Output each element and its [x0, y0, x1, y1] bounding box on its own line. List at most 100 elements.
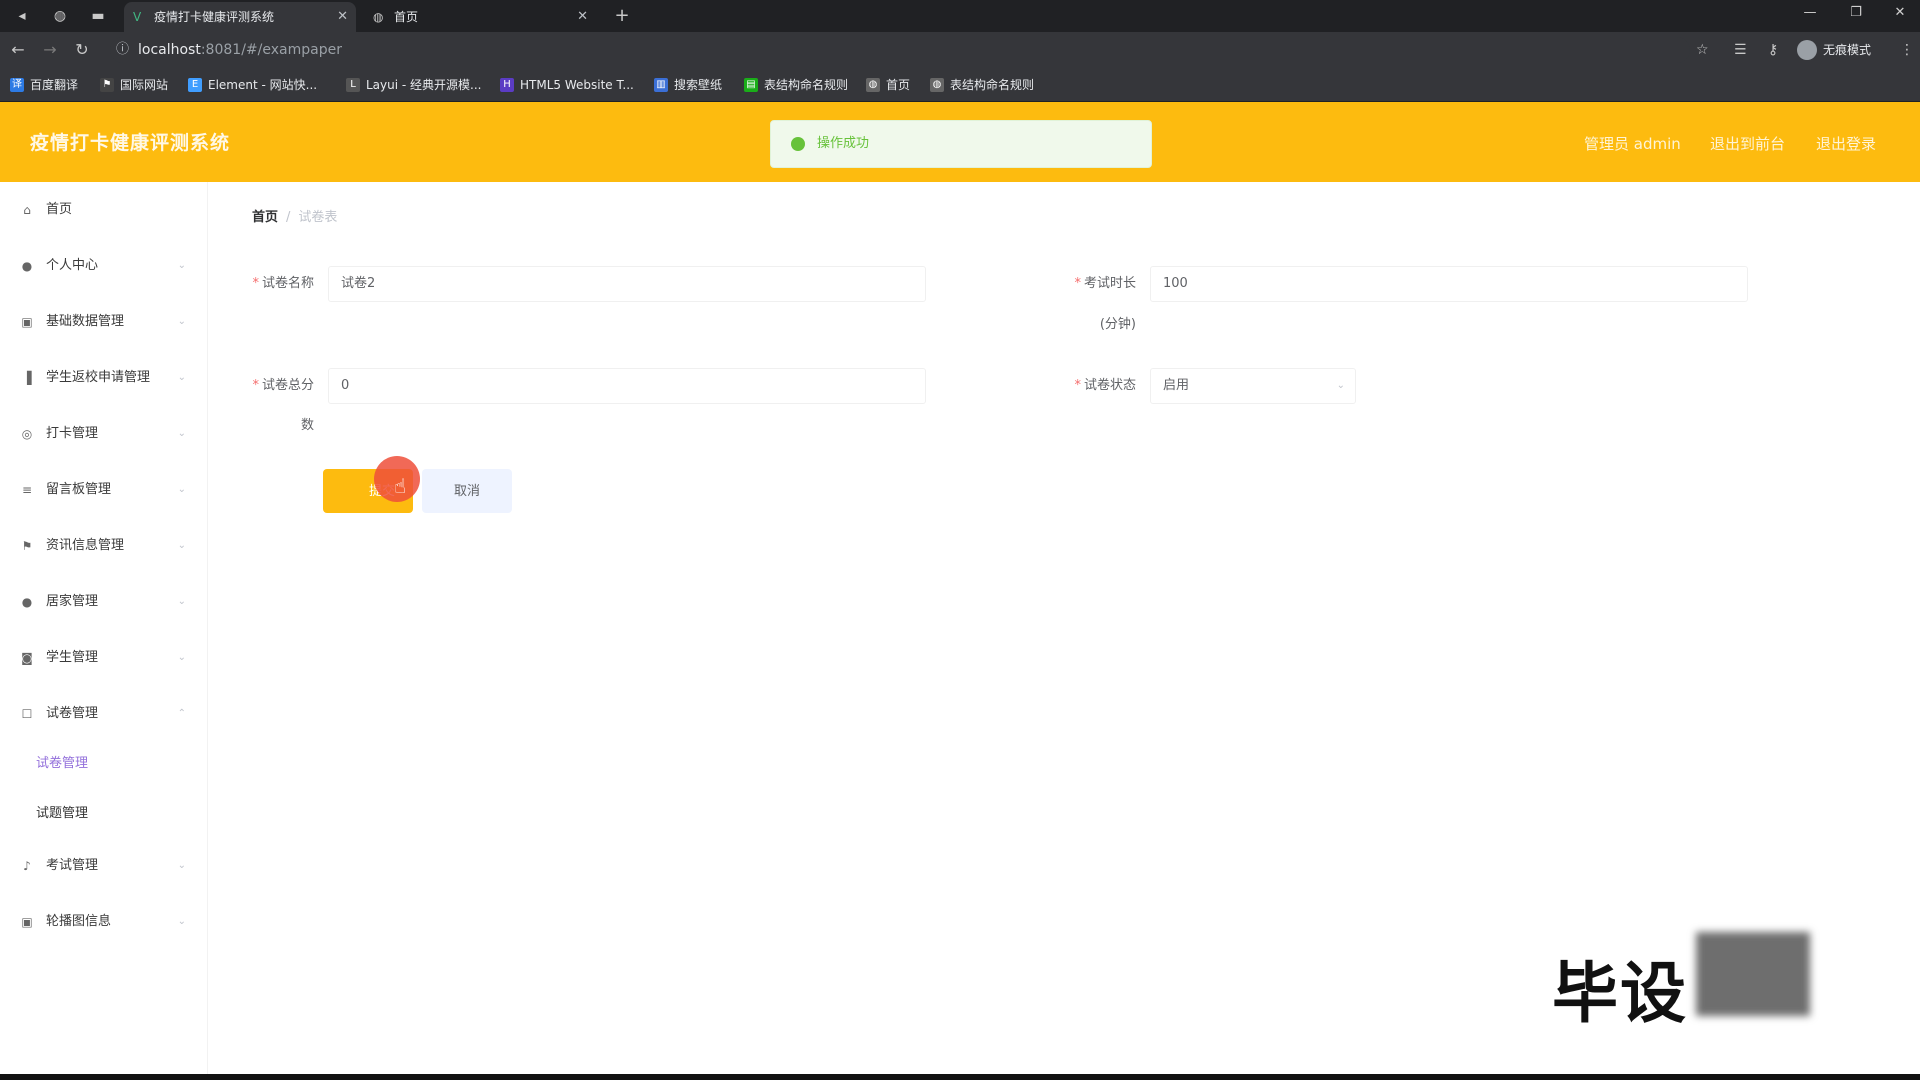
- success-toast: 操作成功: [770, 120, 1152, 168]
- reload-icon[interactable]: ↻: [72, 40, 92, 60]
- sidebar-item-label: 基础数据管理: [46, 314, 125, 329]
- image-icon: ▣: [21, 315, 33, 329]
- checkbox-icon: ☐: [21, 707, 33, 721]
- profile-label: 无痕模式: [1823, 43, 1872, 57]
- sidebar-item-message-board[interactable]: ≡ 留言板管理 ⌄: [0, 470, 208, 510]
- total-score-input[interactable]: 0: [328, 368, 926, 404]
- star-icon[interactable]: ☆: [1696, 41, 1709, 59]
- app-title: 疫情打卡健康评测系统: [30, 132, 231, 154]
- sidebar-subitem-label: 试卷管理: [36, 756, 89, 771]
- back-icon[interactable]: ←: [8, 40, 28, 60]
- sidebar-item-exams[interactable]: ♪ 考试管理 ⌄: [0, 846, 208, 886]
- logout-link[interactable]: 退出登录: [1816, 133, 1876, 154]
- bookmark-item[interactable]: ▥ 搜索壁纸: [654, 76, 722, 94]
- new-tab-button[interactable]: +: [612, 6, 632, 26]
- sidebar-item-carousel[interactable]: ▣ 轮播图信息 ⌄: [0, 902, 208, 942]
- bar-chart-icon: ▐: [22, 371, 32, 385]
- restore-icon[interactable]: ❐: [1836, 0, 1876, 28]
- breadcrumb-current: 试卷表: [298, 210, 338, 225]
- breadcrumb-separator: /: [286, 210, 291, 225]
- label-text: 考试时长: [1083, 276, 1136, 291]
- back-audio-icon[interactable]: ◂: [12, 6, 32, 26]
- bookmark-label: 表结构命名规则: [764, 78, 849, 92]
- menu-dots-icon[interactable]: ⋮: [1900, 41, 1914, 59]
- minimize-icon[interactable]: —: [1790, 0, 1830, 28]
- sidebar-item-return-apply[interactable]: ▐ 学生返校申请管理 ⌄: [0, 358, 208, 398]
- incognito-profile[interactable]: 无痕模式: [1797, 39, 1871, 61]
- sidebar-item-label: 试卷管理: [46, 706, 99, 721]
- status-select[interactable]: 启用 ⌄: [1150, 368, 1356, 404]
- breadcrumb: 首页 / 试卷表: [236, 200, 1892, 236]
- sidebar-item-news[interactable]: ⚑ 资讯信息管理 ⌄: [0, 526, 208, 566]
- compass-icon: ◎: [21, 427, 33, 441]
- bookmark-item[interactable]: ◍ 首页: [866, 76, 910, 94]
- sidebar-subitem-question-management[interactable]: 试题管理: [0, 794, 208, 834]
- element-icon: E: [188, 78, 202, 92]
- sidebar-item-label: 居家管理: [46, 594, 99, 609]
- key-icon[interactable]: ⚷: [1768, 41, 1778, 59]
- playlist-icon[interactable]: ☰: [1734, 41, 1747, 59]
- chevron-down-icon: ⌄: [177, 916, 186, 927]
- sidebar-item-label: 个人中心: [46, 258, 99, 273]
- label-text: 试卷总分: [261, 378, 314, 393]
- forward-icon[interactable]: →: [40, 40, 60, 60]
- bookmark-label: 国际网站: [120, 78, 169, 92]
- tab-title: 疫情打卡健康评测系统: [154, 10, 275, 24]
- chevron-down-icon: ⌄: [177, 428, 186, 439]
- bookmark-label: Layui - 经典开源模...: [366, 78, 482, 92]
- bookmark-item[interactable]: ◍ 表结构命名规则: [930, 76, 1034, 94]
- tab-home[interactable]: ◍ 首页 ✕: [364, 2, 596, 32]
- url-host: localhost: [138, 42, 201, 58]
- back-to-frontend-link[interactable]: 退出到前台: [1710, 133, 1785, 154]
- bookmark-item[interactable]: ▤ 表结构命名规则: [744, 76, 848, 94]
- home-icon: ⌂: [23, 203, 31, 217]
- tab-active[interactable]: V 疫情打卡健康评测系统 ✕: [124, 2, 356, 32]
- sidebar-item-papers[interactable]: ☐ 试卷管理 ⌃: [0, 694, 208, 734]
- sidebar-item-home[interactable]: ⌂ 首页: [0, 190, 208, 230]
- bookmark-item[interactable]: H HTML5 Website T...: [500, 76, 634, 94]
- hand-cursor-icon: ☝: [394, 474, 407, 498]
- sidebar-item-label: 学生管理: [46, 650, 99, 665]
- chevron-down-icon: ⌄: [177, 540, 186, 551]
- sidebar-item-profile[interactable]: ● 个人中心 ⌄: [0, 246, 208, 286]
- translate-icon: 译: [10, 78, 24, 92]
- chevron-down-icon: ⌄: [177, 652, 186, 663]
- info-icon[interactable]: ⓘ: [116, 37, 129, 63]
- globe-icon: ◍: [373, 10, 384, 24]
- globe-icon: ◍: [866, 78, 880, 92]
- cancel-button[interactable]: 取消: [422, 469, 512, 513]
- total-score-label-tail: 数: [300, 418, 314, 433]
- bookmark-label: 表结构命名规则: [950, 78, 1035, 92]
- sidebar-item-students[interactable]: ◙ 学生管理 ⌄: [0, 638, 208, 678]
- url-path: :8081/#/exampaper: [200, 42, 342, 58]
- bookmark-item[interactable]: E Element - 网站快...: [188, 76, 317, 94]
- duration-label: * 考试时长: [1074, 276, 1136, 291]
- sidebar-item-basic-data[interactable]: ▣ 基础数据管理 ⌄: [0, 302, 208, 342]
- close-tab-icon[interactable]: ✕: [337, 2, 348, 32]
- list-icon: ≡: [21, 483, 33, 497]
- chart-icon: ▥: [654, 78, 668, 92]
- watermark-blur: [1696, 932, 1810, 1016]
- breadcrumb-home[interactable]: 首页: [252, 210, 278, 225]
- bookmark-item[interactable]: 译 百度翻译: [10, 76, 78, 94]
- chevron-down-icon: ⌄: [177, 372, 186, 383]
- sidebar-item-home-quarantine[interactable]: ● 居家管理 ⌄: [0, 582, 208, 622]
- label-text: 试卷状态: [1083, 378, 1136, 393]
- chevron-down-icon: ⌄: [177, 316, 186, 327]
- address-bar-row: ← → ↻ ⓘ localhost:8081/#/exampaper ☆ ☰ ⚷…: [0, 32, 1920, 68]
- sidebar-item-label: 考试管理: [46, 858, 99, 873]
- vue-icon: V: [133, 10, 142, 24]
- admin-label: 管理员 admin: [1584, 135, 1681, 153]
- close-tab-icon[interactable]: ✕: [577, 2, 588, 32]
- sidebar-item-checkin[interactable]: ◎ 打卡管理 ⌄: [0, 414, 208, 454]
- sidebar-subitem-paper-management[interactable]: 试卷管理: [0, 744, 208, 784]
- duration-input[interactable]: 100: [1150, 266, 1748, 302]
- globe-icon[interactable]: ◍: [50, 6, 70, 26]
- window-icon[interactable]: ▬: [88, 6, 108, 26]
- bookmark-item[interactable]: L Layui - 经典开源模...: [346, 76, 481, 94]
- bookmark-item[interactable]: ⚑ 国际网站: [100, 76, 168, 94]
- close-window-icon[interactable]: ✕: [1880, 0, 1920, 28]
- paper-name-input[interactable]: 试卷2: [328, 266, 926, 302]
- url-input[interactable]: ⓘ localhost:8081/#/exampaper: [110, 37, 1690, 63]
- mic-icon: ♪: [23, 859, 31, 873]
